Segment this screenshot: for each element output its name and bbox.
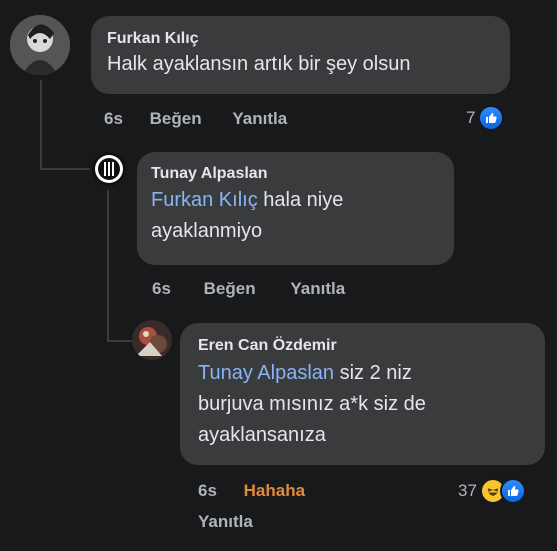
comment-text-line: burjuva mısınız a*k siz de (198, 393, 426, 415)
avatar-image (132, 320, 172, 360)
avatar-tunay[interactable] (92, 152, 126, 186)
avatar-image (92, 152, 126, 186)
comment-meta-1: 6s Beğen Yanıtla (104, 109, 287, 129)
comment-bubble-2[interactable]: Tunay Alpaslan Furkan Kılıç hala niye ay… (137, 152, 454, 265)
comment-meta-2: 6s Beğen Yanıtla (152, 279, 345, 299)
comment-time[interactable]: 6s (152, 279, 171, 299)
comment-text-line: ayaklansanıza (198, 424, 326, 446)
comment-author[interactable]: Eren Can Özdemir (198, 337, 531, 355)
comment-text: Halk ayaklansın artık bir şey olsun (107, 53, 411, 75)
like-icon (478, 105, 505, 131)
like-icon (499, 478, 526, 504)
reaction-count: 7 (466, 108, 476, 127)
mention-link[interactable]: Furkan Kılıç (151, 189, 258, 211)
reaction-label[interactable]: Hahaha (244, 481, 305, 501)
reply-button[interactable]: Yanıtla (232, 109, 287, 129)
comment-meta-3: 6s Hahaha (198, 481, 305, 501)
reply-button[interactable]: Yanıtla (290, 279, 345, 299)
mention-link[interactable]: Tunay Alpaslan (198, 362, 334, 384)
comment-bubble-1[interactable]: Furkan Kılıç Halk ayaklansın artık bir ş… (91, 16, 510, 94)
comment-text: Furkan Kılıç hala niye ayaklanmiyo (151, 185, 440, 247)
thread-line-branch-2 (107, 340, 135, 342)
comment-author[interactable]: Furkan Kılıç (107, 30, 496, 48)
thread-line-branch (40, 168, 90, 170)
like-button[interactable]: Beğen (150, 109, 202, 129)
comment-meta-3b: Yanıtla (198, 512, 253, 532)
comment-time[interactable]: 6s (198, 481, 217, 501)
thread-line-main (40, 80, 42, 170)
comment-author[interactable]: Tunay Alpaslan (151, 165, 440, 183)
comment-text-line: hala niye (263, 189, 344, 211)
comment-text-line: ayaklanmiyo (151, 220, 263, 242)
reaction-count: 37 (458, 481, 477, 500)
reaction-summary-1[interactable]: 7 (466, 105, 505, 131)
comment-text-line: siz 2 niz (339, 362, 412, 384)
comment-text: Tunay Alpaslan siz 2 niz burjuva mısınız… (198, 358, 531, 451)
avatar-eren[interactable] (132, 320, 172, 360)
reply-button[interactable]: Yanıtla (198, 512, 253, 532)
reaction-summary-3[interactable]: 37 (458, 478, 526, 504)
avatar-furkan[interactable] (10, 15, 70, 75)
avatar-image (10, 15, 70, 75)
thread-line-second (107, 190, 109, 342)
comment-time[interactable]: 6s (104, 109, 123, 129)
comment-bubble-3[interactable]: Eren Can Özdemir Tunay Alpaslan siz 2 ni… (180, 323, 545, 465)
like-button[interactable]: Beğen (204, 279, 256, 299)
